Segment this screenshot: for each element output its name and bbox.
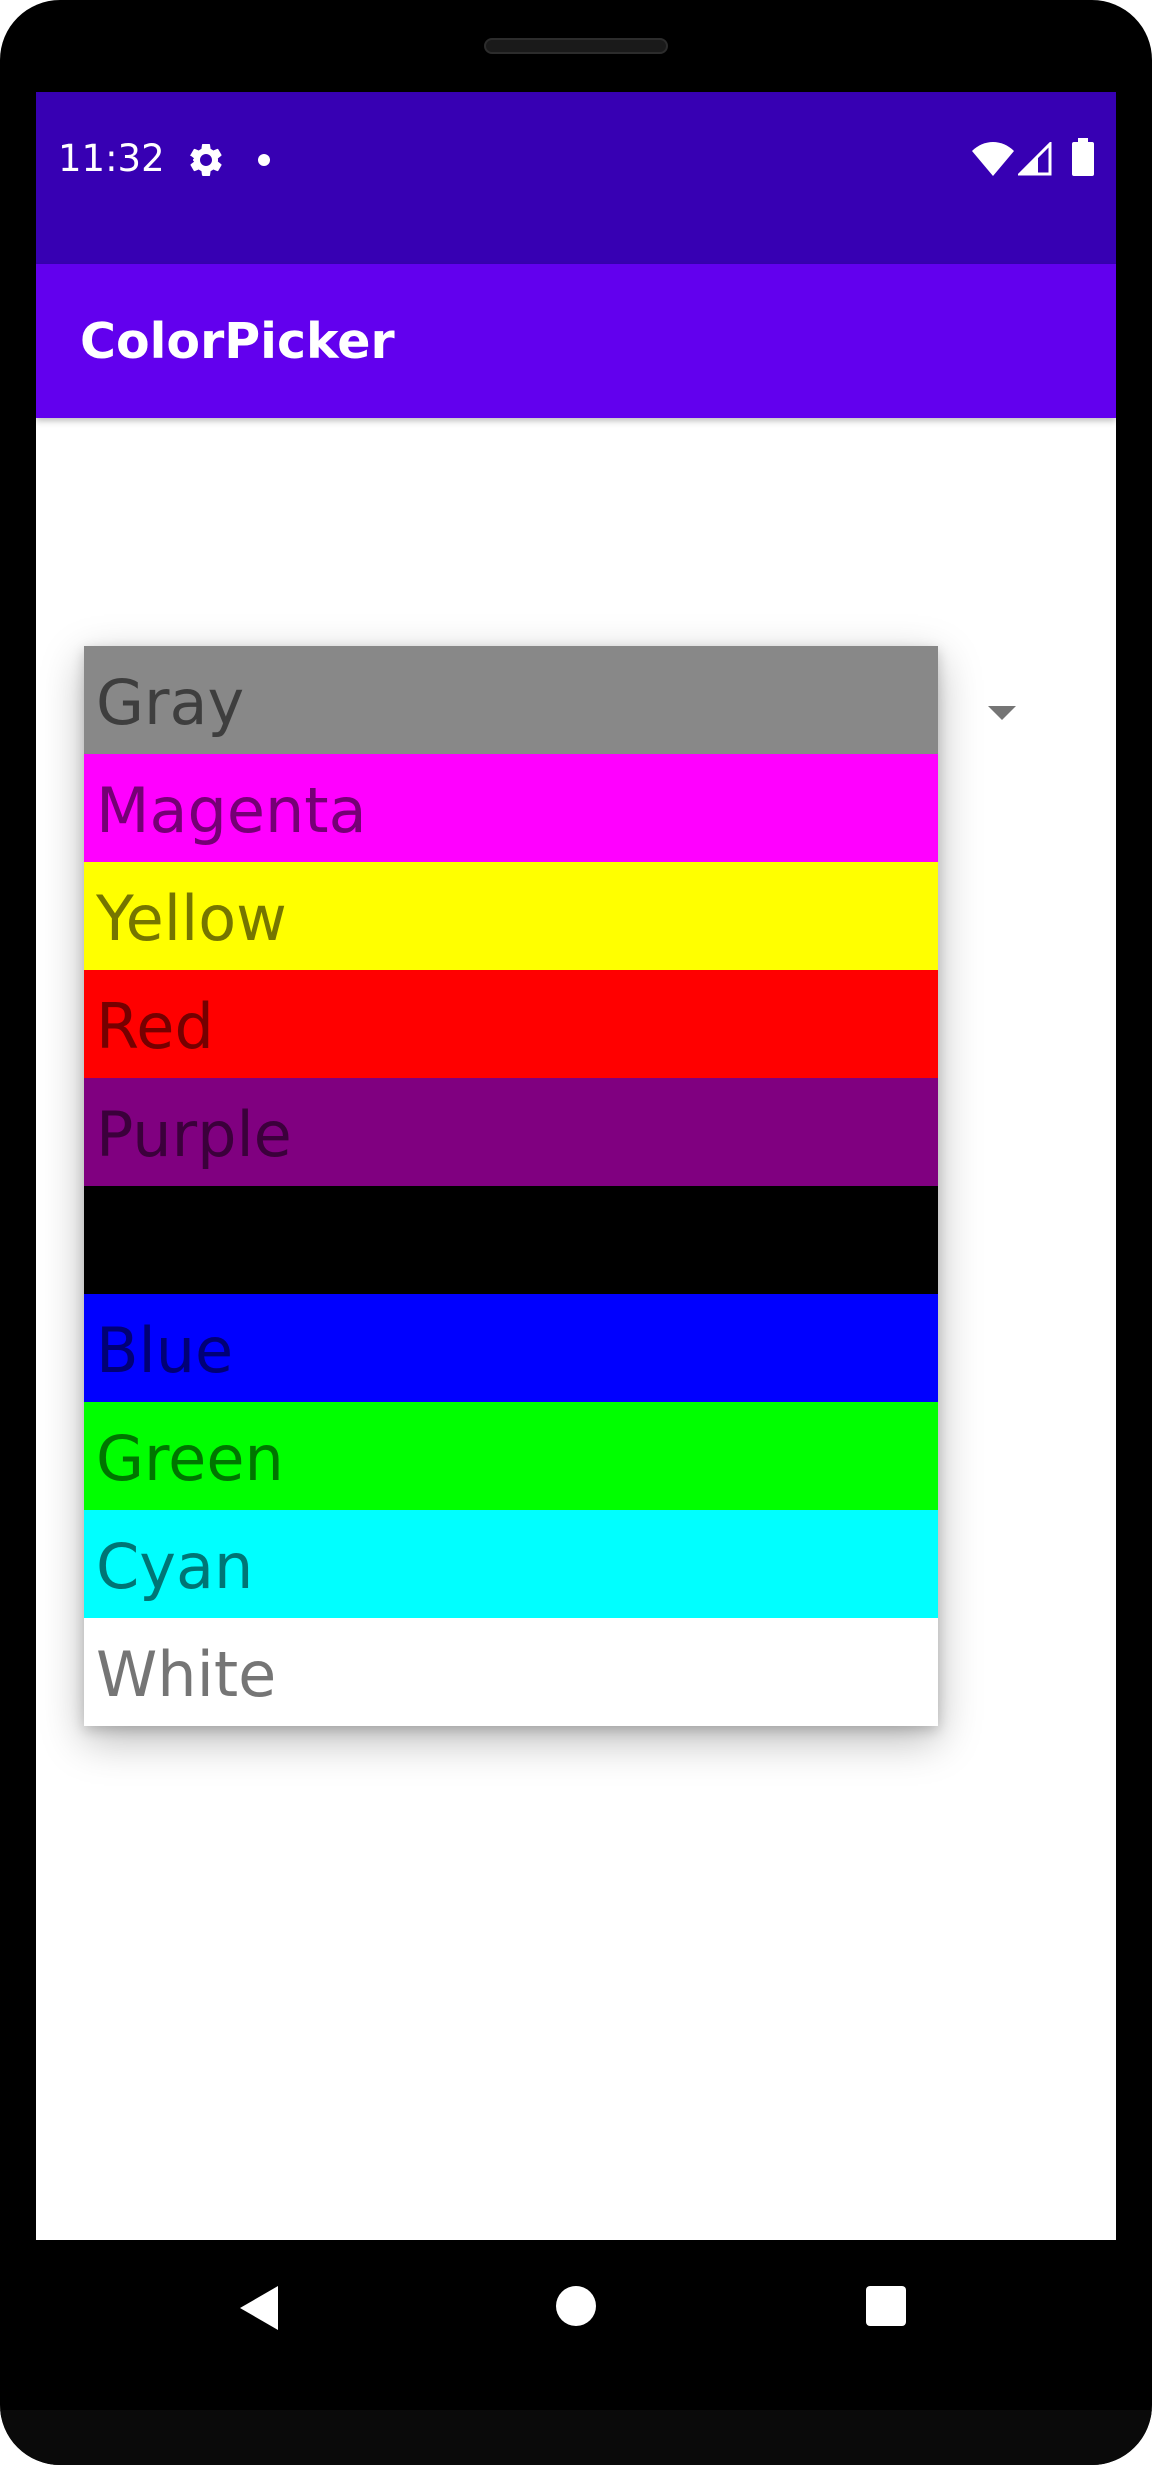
dropdown-item-label: Black xyxy=(96,1206,264,1279)
home-icon[interactable] xyxy=(556,2286,596,2326)
app-bar: ColorPicker xyxy=(36,264,1116,418)
dropdown-item-label: Yellow xyxy=(96,882,287,955)
dropdown-arrow-icon[interactable] xyxy=(988,706,1016,720)
dropdown-item-label: White xyxy=(96,1638,277,1711)
dropdown-item-label: Gray xyxy=(96,666,245,739)
dropdown-item-label: Green xyxy=(96,1422,284,1495)
dropdown-item-purple[interactable]: Purple xyxy=(84,1078,938,1186)
back-icon[interactable] xyxy=(240,2286,278,2330)
navigation-bar xyxy=(36,2240,1116,2372)
gear-icon xyxy=(189,144,222,176)
dropdown-item-label: Cyan xyxy=(96,1530,254,1603)
dropdown-item-label: Magenta xyxy=(96,774,367,847)
dropdown-item-cyan[interactable]: Cyan xyxy=(84,1510,938,1618)
dropdown-item-green[interactable]: Green xyxy=(84,1402,938,1510)
dropdown-item-gray[interactable]: Gray xyxy=(84,646,938,754)
status-time: 11:32 xyxy=(58,137,165,180)
cell-signal-icon xyxy=(1018,142,1052,176)
dropdown-item-black[interactable]: Black xyxy=(84,1186,938,1294)
screen: 11:32 ColorPicker Gray Magenta Yellow Red Pu… xyxy=(36,92,1116,2240)
battery-icon xyxy=(1072,138,1094,176)
dropdown-item-label: Purple xyxy=(96,1098,292,1171)
device-bottom-edge xyxy=(0,2410,1152,2465)
status-bar: 11:32 xyxy=(36,92,1116,264)
earpiece-speaker xyxy=(484,38,668,54)
color-dropdown-list: Gray Magenta Yellow Red Purple Black Blue Green… xyxy=(84,646,938,1726)
dropdown-item-yellow[interactable]: Yellow xyxy=(84,862,938,970)
dropdown-item-red[interactable]: Red xyxy=(84,970,938,1078)
device-frame: 11:32 ColorPicker Gray Magenta Yellow Red Pu… xyxy=(0,0,1152,2465)
dropdown-item-label: Red xyxy=(96,990,214,1063)
app-title: ColorPicker xyxy=(80,313,395,370)
dropdown-item-label: Blue xyxy=(96,1314,234,1387)
dropdown-item-white[interactable]: White xyxy=(84,1618,938,1726)
dropdown-item-blue[interactable]: Blue xyxy=(84,1294,938,1402)
dropdown-item-magenta[interactable]: Magenta xyxy=(84,754,938,862)
notification-dot-icon xyxy=(258,154,270,166)
wifi-icon xyxy=(972,142,1014,176)
recents-icon[interactable] xyxy=(866,2286,906,2326)
